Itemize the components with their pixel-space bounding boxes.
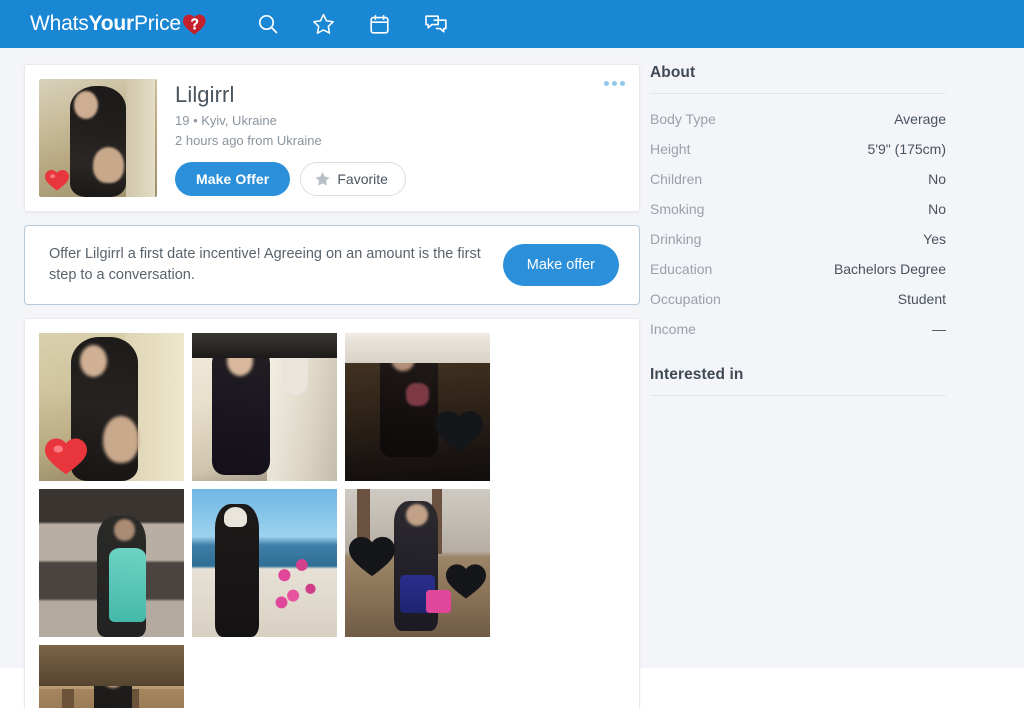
chat-icon[interactable]	[408, 0, 464, 48]
about-row: Children No	[650, 164, 946, 194]
about-value: —	[932, 321, 946, 337]
about-value: No	[928, 171, 946, 187]
about-value: Student	[897, 291, 946, 307]
about-key: Smoking	[650, 201, 705, 217]
heart-question-icon	[182, 12, 208, 36]
more-options-icon[interactable]	[604, 81, 625, 86]
about-title: About	[650, 64, 696, 81]
profile-last-seen: 2 hours ago from Ukraine	[175, 133, 322, 148]
search-icon[interactable]	[240, 0, 296, 48]
about-row: Drinking Yes	[650, 224, 946, 254]
about-row: Smoking No	[650, 194, 946, 224]
star-icon[interactable]	[296, 0, 352, 48]
favorite-label: Favorite	[337, 171, 388, 187]
main-column: Lilgirrl 19 • Kyiv, Ukraine 2 hours ago …	[0, 64, 640, 708]
logo-text-your: Your	[88, 12, 135, 35]
gallery-photo[interactable]	[345, 489, 490, 637]
banner-make-offer-button[interactable]: Make offer	[502, 244, 619, 286]
star-filled-icon	[315, 172, 330, 186]
photo-gallery	[24, 318, 640, 708]
about-divider	[650, 93, 946, 94]
gallery-photo[interactable]	[345, 333, 490, 481]
about-key: Body Type	[650, 111, 716, 127]
interested-in-divider	[650, 395, 946, 396]
about-row: Height 5'9" (175cm)	[650, 134, 946, 164]
calendar-icon[interactable]	[352, 0, 408, 48]
about-key: Income	[650, 321, 696, 337]
about-key: Children	[650, 171, 703, 187]
profile-actions: Make Offer Favorite	[175, 162, 625, 196]
avatar[interactable]	[39, 79, 157, 197]
logo-text-price: Price	[134, 12, 181, 35]
photo-grid	[39, 333, 625, 708]
about-value: No	[928, 201, 946, 217]
about-value: Yes	[923, 231, 946, 247]
about-value: Average	[894, 111, 946, 127]
dark-heart-overlay-icon	[446, 564, 486, 599]
interested-in-title: Interested in	[650, 366, 744, 383]
make-offer-button[interactable]: Make Offer	[175, 162, 291, 196]
gallery-photo[interactable]	[39, 333, 184, 481]
about-sidebar: About Body Type Average Height 5'9" (175…	[640, 64, 1024, 406]
offer-banner: Offer Lilgirrl a first date incentive! A…	[24, 225, 640, 305]
avatar-detail-b	[93, 147, 124, 183]
brand-logo[interactable]: Whats Your Price	[30, 12, 208, 36]
about-row: Occupation Student	[650, 284, 946, 314]
logo-text-whats: Whats	[30, 12, 89, 35]
about-value: 5'9" (175cm)	[867, 141, 946, 157]
about-rows: Body Type Average Height 5'9" (175cm) Ch…	[650, 104, 946, 344]
gallery-photo[interactable]	[39, 645, 184, 708]
profile-info: Lilgirrl 19 • Kyiv, Ukraine 2 hours ago …	[157, 79, 625, 197]
about-row: Body Type Average	[650, 104, 946, 134]
dot-1	[604, 81, 609, 86]
about-key: Occupation	[650, 291, 721, 307]
about-row: Education Bachelors Degree	[650, 254, 946, 284]
dot-2	[612, 81, 617, 86]
red-heart-overlay-icon	[45, 170, 69, 191]
offer-banner-text: Offer Lilgirrl a first date incentive! A…	[49, 246, 481, 283]
app-header: Whats Your Price	[0, 0, 1024, 48]
dot-3	[620, 81, 625, 86]
about-row: Income —	[650, 314, 946, 344]
avatar-detail-a	[74, 90, 98, 120]
about-key: Drinking	[650, 231, 702, 247]
about-key: Height	[650, 141, 691, 157]
gallery-photo[interactable]	[39, 489, 184, 637]
header-nav	[240, 0, 464, 48]
profile-name: Lilgirrl	[175, 82, 235, 107]
red-heart-overlay-icon	[45, 438, 87, 475]
about-value: Bachelors Degree	[833, 261, 946, 277]
about-key: Education	[650, 261, 713, 277]
page-body: Lilgirrl 19 • Kyiv, Ukraine 2 hours ago …	[0, 48, 1024, 708]
profile-card: Lilgirrl 19 • Kyiv, Ukraine 2 hours ago …	[24, 64, 640, 212]
gallery-photo[interactable]	[192, 489, 337, 637]
dark-heart-overlay-icon	[349, 536, 395, 577]
profile-meta: 19 • Kyiv, Ukraine	[175, 113, 277, 128]
favorite-button[interactable]: Favorite	[300, 162, 406, 196]
gallery-photo[interactable]	[192, 333, 337, 481]
avatar-bg-detail	[126, 79, 155, 197]
dark-heart-overlay-icon	[435, 411, 483, 452]
